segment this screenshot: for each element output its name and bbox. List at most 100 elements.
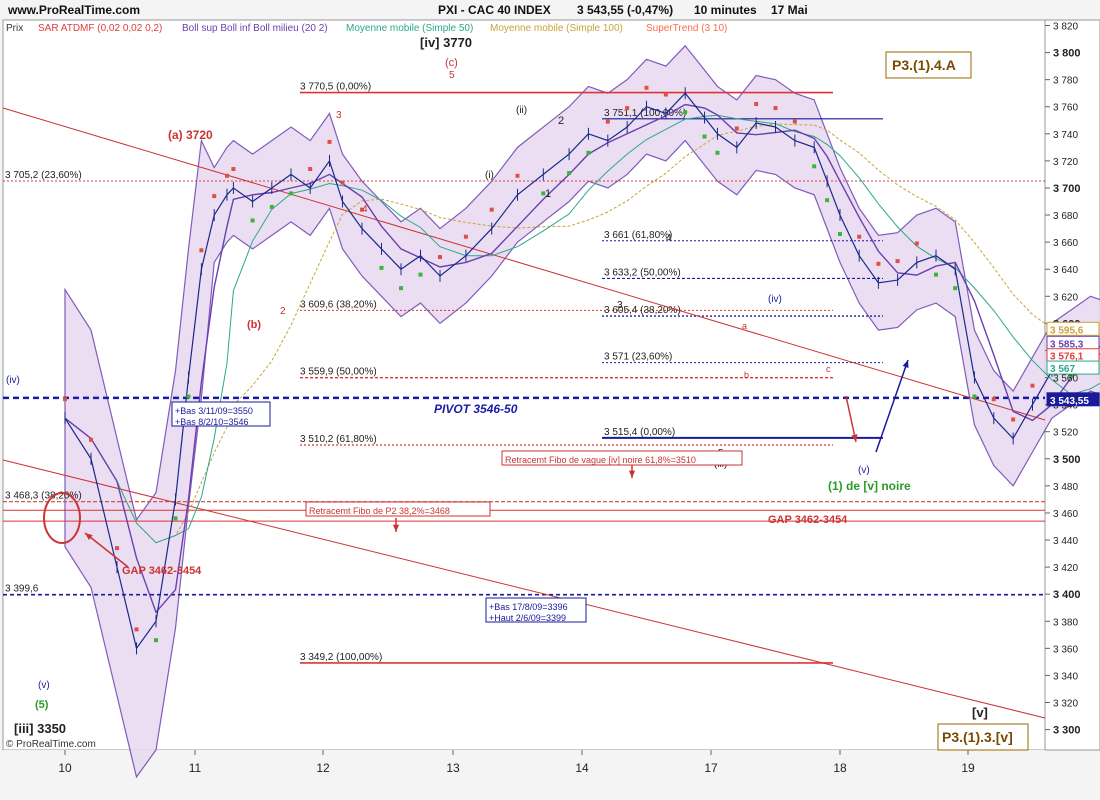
chart-period: 10 minutes — [694, 3, 757, 17]
wave-1-v: (1) de [v] noire — [828, 479, 911, 493]
supertrend-dot — [838, 232, 842, 237]
sar-dot — [63, 397, 67, 402]
supertrend-dot — [715, 150, 720, 155]
sar-dot — [991, 397, 996, 402]
supertrend-dot — [399, 286, 403, 291]
x-tick-label: 12 — [316, 761, 330, 775]
retracement-iv-box: Retracemt Fibo de vague [iv] noire 61,8%… — [501, 450, 743, 466]
wave-iv-left: (iv) — [6, 375, 20, 386]
supertrend-dot — [683, 110, 688, 115]
price-tag-label: 3 543,55 — [1050, 396, 1089, 407]
retracement-iv-box-text: Retracemt Fibo de vague [iv] noire 61,8%… — [505, 455, 696, 465]
legend: Prix SAR ATDMF (0,02 0,02 0,2) Boll sup … — [6, 23, 727, 34]
y-tick-label: 3 720 — [1053, 157, 1078, 168]
y-tick-label: 3 780 — [1053, 76, 1078, 87]
wave-2-red: 2 — [280, 306, 286, 317]
retracement-p2-box: Retracemt Fibo de P2 38,2%=3468 — [305, 501, 491, 517]
wave-a-small: a — [742, 321, 747, 331]
retracement-p2-box-text: Retracemt Fibo de P2 38,2%=3468 — [309, 506, 450, 516]
y-tick-label: 3 400 — [1053, 589, 1081, 601]
wave-4: 4 — [666, 233, 672, 244]
sar-dot — [605, 119, 610, 124]
supertrend-dot — [586, 150, 591, 155]
y-tick-label: 3 620 — [1053, 292, 1078, 303]
y-tick-label: 3 700 — [1053, 183, 1081, 195]
sar-dot — [876, 261, 881, 266]
x-tick-label: 19 — [961, 761, 975, 775]
sar-dot — [115, 546, 119, 551]
wave-iii-bottom: [iii] 3350 — [14, 721, 66, 736]
sar-dot — [644, 85, 649, 90]
fibo-level-label: 3 633,2 (50,00%) — [604, 267, 681, 278]
sar-dot — [1030, 383, 1035, 388]
y-tick-label: 3 420 — [1053, 563, 1078, 574]
legend-boll: Boll sup Boll inf Boll milieu (20 2) — [182, 23, 328, 34]
wave-3: 3 — [617, 300, 623, 311]
wave-4-red: 4 — [362, 204, 368, 215]
supertrend-dot — [702, 134, 707, 139]
fibo-level-label: 3 510,2 (61,80%) — [300, 434, 377, 445]
fibo-level-label: 3 571 (23,60%) — [604, 352, 672, 363]
x-tick-label: 14 — [575, 761, 589, 775]
supertrend-dot — [379, 265, 384, 270]
sar-dot — [773, 106, 778, 111]
sar-dot — [734, 126, 739, 131]
gap-right: GAP 3462-3454 — [768, 514, 848, 526]
bas-box-top-text: +Bas 3/11/09=3550 — [175, 406, 253, 416]
sar-dot — [308, 167, 313, 172]
wave-c: (c) — [445, 57, 458, 69]
bas-box-bottom-text: +Haut 2/6/09=3399 — [489, 613, 566, 623]
watermark: © ProRealTime.com — [6, 739, 96, 750]
site-link[interactable]: www.ProRealTime.com — [7, 3, 140, 17]
y-tick-label: 3 640 — [1053, 265, 1078, 276]
price-tag-label: 3 567 — [1050, 364, 1075, 375]
fibo-level-label: 3 661 (61,80%) — [604, 230, 672, 241]
chart-quote: 3 543,55 (-0,47%) — [577, 3, 673, 17]
y-tick-label: 3 660 — [1053, 238, 1078, 249]
p3-top-label: P3.(1).4.A — [892, 57, 956, 73]
y-tick-label: 3 560 — [1053, 374, 1078, 385]
sar-dot — [438, 255, 442, 260]
x-tick-label: 13 — [446, 761, 460, 775]
fibo-level-label: 3 515,4 (0,00%) — [604, 427, 675, 438]
sar-dot — [489, 207, 494, 212]
wave-2: 2 — [558, 115, 564, 127]
y-tick-label: 3 680 — [1053, 211, 1078, 222]
supertrend-dot — [812, 164, 817, 169]
supertrend-dot — [953, 286, 958, 291]
bas-box-top: +Bas 3/11/09=3550+Bas 8/2/10=3546 — [171, 401, 271, 427]
sar-dot — [89, 437, 93, 442]
sar-dot — [340, 180, 345, 185]
wave-v-left: (v) — [38, 680, 50, 691]
gap-left: GAP 3462-3454 — [122, 565, 202, 577]
sar-dot — [663, 92, 668, 97]
fibo-level-label: 3 349,2 (100,00%) — [300, 652, 382, 663]
y-tick-label: 3 440 — [1053, 536, 1078, 547]
fibo-level-label: 3 559,9 (50,00%) — [300, 367, 377, 378]
wave-5-green: (5) — [35, 699, 49, 711]
x-tick-label: 10 — [58, 761, 72, 775]
y-tick-label: 3 740 — [1053, 130, 1078, 141]
supertrend-dot — [250, 218, 255, 223]
y-tick-label: 3 380 — [1053, 617, 1078, 628]
legend-mm50: Moyenne mobile (Simple 50) — [346, 23, 473, 34]
wave-iv-right: (iv) — [768, 294, 782, 305]
wave-b-small: b — [744, 370, 749, 380]
supertrend-dot — [934, 272, 938, 277]
legend-sar: SAR ATDMF (0,02 0,02 0,2) — [38, 23, 162, 34]
supertrend-dot — [269, 204, 274, 209]
fibo-level-label: 3 770,5 (0,00%) — [300, 82, 371, 93]
bas-box-top-text: +Bas 8/2/10=3546 — [175, 417, 249, 427]
p3-bottom-label: P3.(1).3.[v] — [942, 729, 1013, 745]
x-tick-label: 18 — [833, 761, 847, 775]
y-tick-label: 3 500 — [1053, 454, 1081, 466]
prix-label: Prix — [6, 23, 23, 34]
supertrend-dot — [972, 394, 977, 399]
x-tick-label: 11 — [189, 761, 202, 775]
wave-5-c: 5 — [449, 70, 455, 81]
sar-dot — [327, 139, 332, 144]
sar-dot — [625, 106, 630, 111]
sar-dot — [134, 627, 139, 632]
y-tick-label: 3 760 — [1053, 103, 1078, 114]
fibo-level-label: 3 605,4 (38,20%) — [604, 305, 681, 316]
